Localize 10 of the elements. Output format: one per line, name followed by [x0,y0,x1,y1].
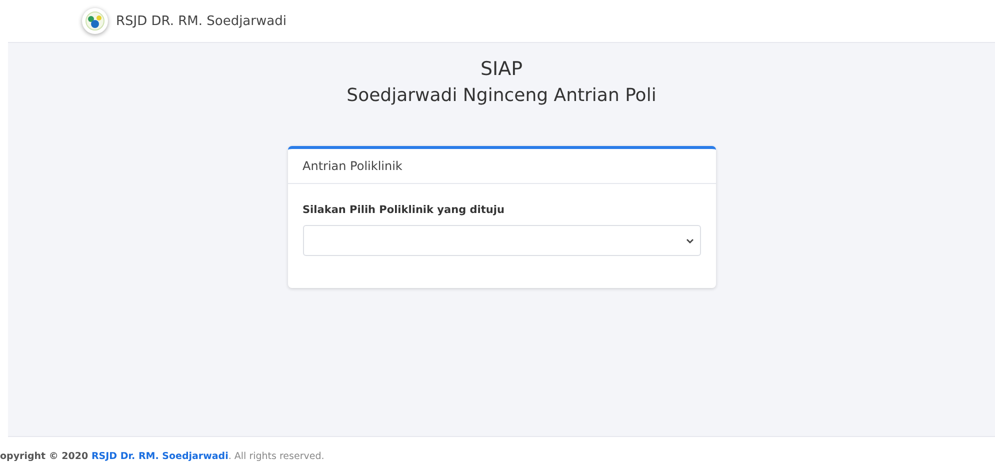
copyright-text: opyright © 2020 RSJD Dr. RM. Soedjarwadi. All rights reserved. [0,451,324,462]
app-subtitle: Soedjarwadi Nginceng Antrian Poli [346,85,656,106]
hospital-link[interactable]: RSJD Dr. RM. Soedjarwadi [91,451,228,462]
field-label: Silakan Pilih Poliklinik yang dituju [302,204,506,216]
clinic-select[interactable] [302,225,700,256]
logo-icon [82,8,108,34]
chevron-down-icon [686,238,694,244]
brand-name[interactable]: RSJD DR. RM. Soedjarwadi [116,14,286,28]
app-title: SIAP [480,57,523,81]
card-title: Antrian Poliklinik [288,149,716,184]
